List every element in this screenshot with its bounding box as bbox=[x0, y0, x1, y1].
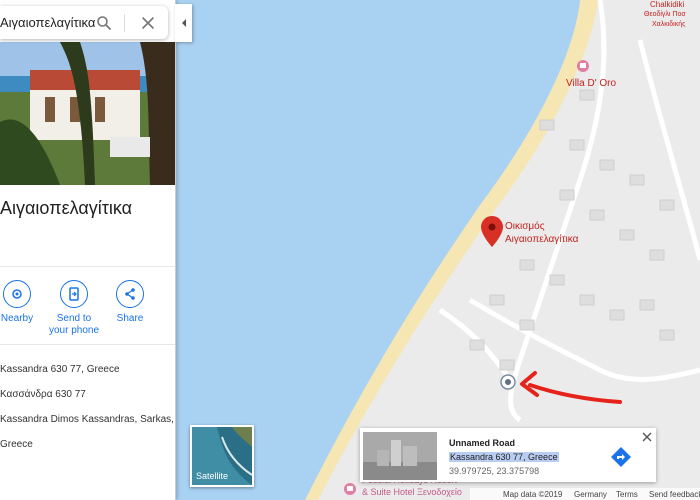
info-card-address[interactable]: Kassandra 630 77, Greece bbox=[449, 452, 559, 462]
hotel-pin-icon[interactable] bbox=[344, 483, 356, 495]
share-button[interactable]: Share bbox=[110, 280, 150, 324]
info-card-title: Unnamed Road bbox=[449, 438, 516, 448]
search-box[interactable]: Αιγαιοπελαγίτικα bbox=[0, 6, 168, 39]
divider bbox=[0, 266, 175, 267]
close-icon[interactable] bbox=[642, 432, 652, 442]
collapse-panel-button[interactable] bbox=[175, 4, 192, 42]
place-photo-image bbox=[0, 42, 175, 185]
country-label[interactable]: Germany bbox=[574, 490, 607, 499]
info-card-coordinates[interactable]: 39.979725, 23.375798 bbox=[449, 466, 539, 476]
top-right-label-3: Χαλκιδικής bbox=[652, 21, 686, 28]
place-photo[interactable] bbox=[0, 42, 175, 185]
directions-icon[interactable] bbox=[610, 446, 632, 468]
street-view-image bbox=[363, 432, 437, 480]
dropped-marker-icon[interactable] bbox=[500, 374, 516, 390]
satellite-label: Satellite bbox=[196, 471, 229, 481]
location-info-card[interactable]: Unnamed Road Kassandra 630 77, Greece 39… bbox=[360, 428, 656, 482]
divider bbox=[0, 344, 175, 345]
search-icon[interactable] bbox=[96, 15, 112, 31]
top-right-label-1: Chalkidiki bbox=[650, 0, 685, 9]
satellite-toggle[interactable]: Satellite bbox=[190, 425, 254, 487]
settlement-label-line1[interactable]: Οικισμός bbox=[505, 221, 545, 232]
street-view-thumbnail[interactable] bbox=[363, 432, 437, 480]
search-input[interactable]: Αιγαιοπελαγίτικα bbox=[0, 15, 95, 30]
address-line[interactable]: Kassandra 630 77, Greece bbox=[0, 364, 120, 375]
place-panel: Αιγαιοπελαγίτικα Nearby Send to your pho… bbox=[0, 0, 176, 500]
search-divider bbox=[124, 14, 125, 32]
nearby-button[interactable]: Nearby bbox=[0, 280, 34, 324]
phone-icon bbox=[60, 280, 88, 308]
send-feedback-link[interactable]: Send feedback bbox=[649, 490, 700, 499]
share-icon bbox=[116, 280, 144, 308]
nearby-label: Nearby bbox=[0, 313, 34, 324]
settlement-label-line2[interactable]: Αιγαιοπελαγίτικα bbox=[505, 234, 578, 245]
send-to-phone-button[interactable]: Send to your phone bbox=[48, 280, 100, 337]
address-line[interactable]: Κασσάνδρα 630 77 bbox=[0, 389, 86, 400]
hotel-label-2[interactable]: & Suite Hotel Ξενοδοχείο bbox=[362, 487, 462, 497]
share-label: Share bbox=[116, 313, 144, 324]
chevron-left-icon bbox=[181, 19, 186, 27]
villa-label[interactable]: Villa D' Oro bbox=[566, 78, 616, 89]
top-right-label-2: Θεοδίγλι Ποσ bbox=[644, 11, 686, 18]
address-line[interactable]: Greece bbox=[0, 439, 33, 450]
map-footer: Map data ©2019 Germany Terms Send feedba… bbox=[470, 488, 700, 500]
map-data-attribution: Map data ©2019 bbox=[503, 490, 563, 499]
close-icon[interactable] bbox=[140, 15, 156, 31]
send-to-phone-label: Send to your phone bbox=[48, 313, 100, 336]
place-title: Αιγαιοπελαγίτικα bbox=[0, 198, 133, 218]
address-line[interactable]: Kassandra Dimos Kassandras, Sarkas, Pall… bbox=[0, 414, 175, 425]
villa-pin-icon[interactable] bbox=[577, 60, 589, 72]
terms-link[interactable]: Terms bbox=[616, 490, 638, 499]
nearby-icon bbox=[3, 280, 31, 308]
